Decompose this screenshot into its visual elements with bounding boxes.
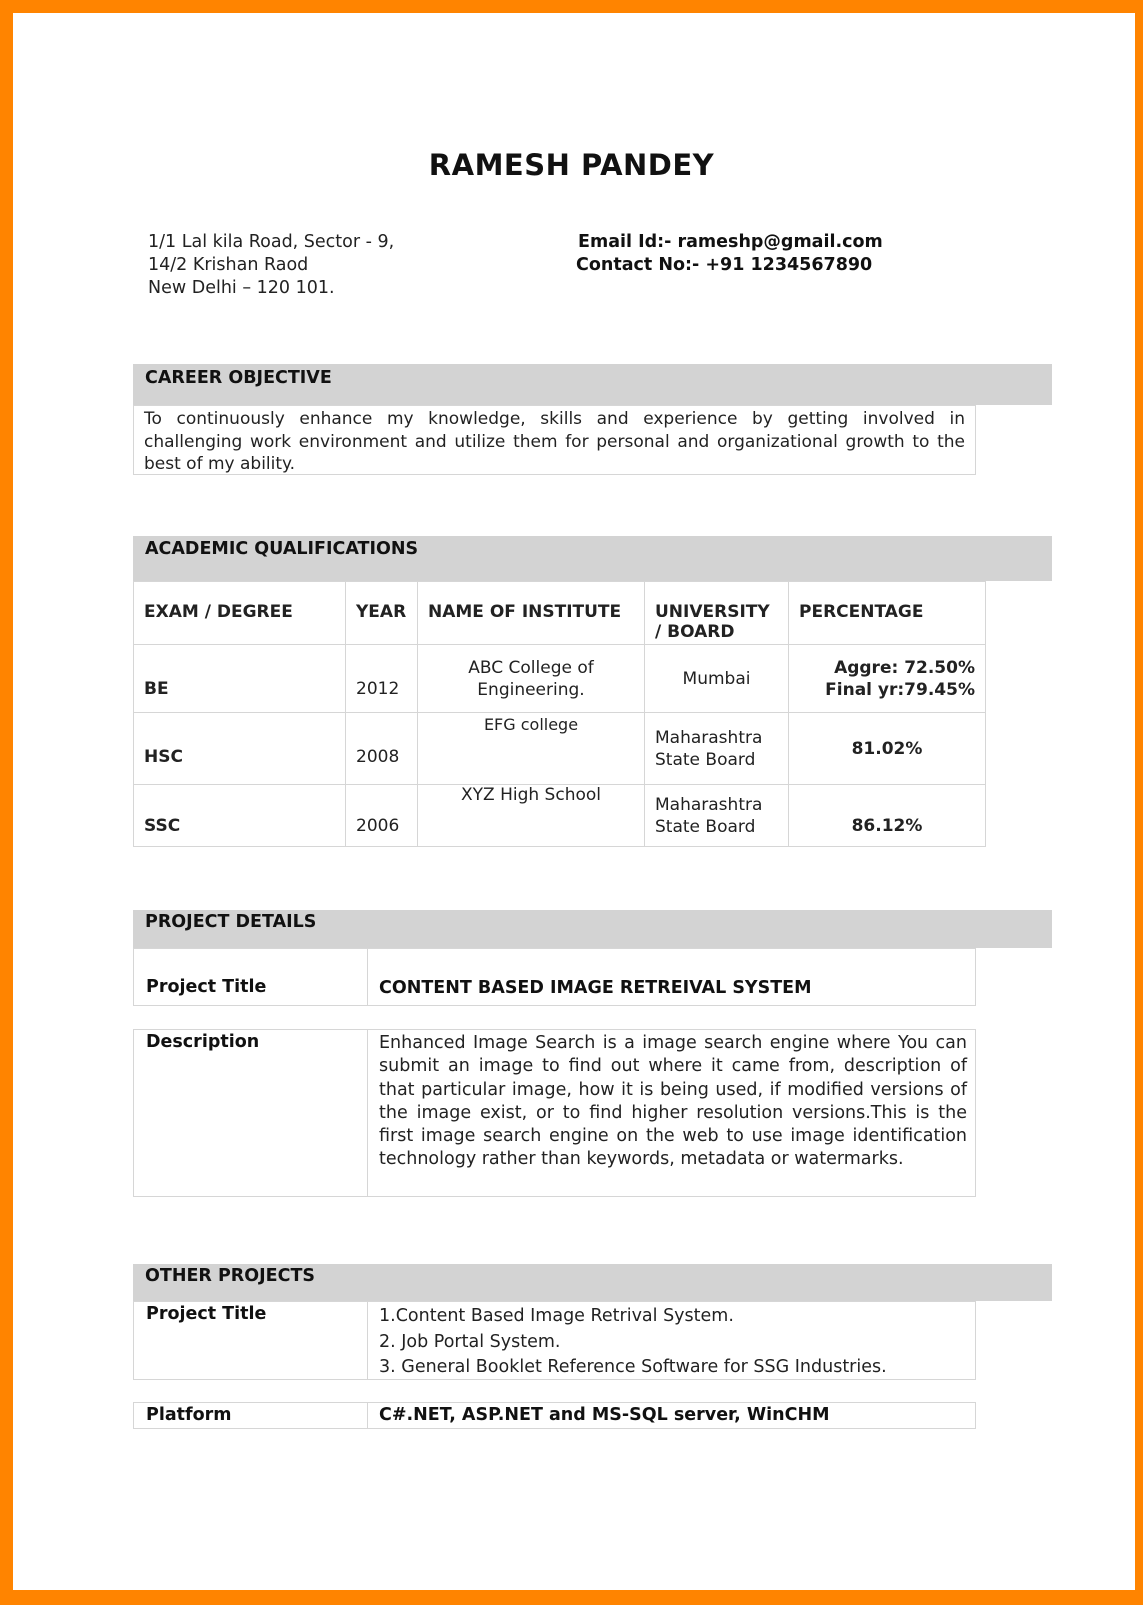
section-header-other-projects: OTHER PROJECTS <box>133 1264 1052 1301</box>
institute-cell: XYZ High School <box>417 784 645 847</box>
cell-divider <box>367 949 368 1005</box>
percentage-cell: 81.02% <box>788 712 986 785</box>
percentage-cell: Aggre: 72.50% Final yr:79.45% <box>788 644 986 713</box>
percentage-cell: 86.12% <box>788 784 986 847</box>
platform-value: C#.NET, ASP.NET and MS-SQL server, WinCH… <box>379 1405 830 1425</box>
description-label: Description <box>146 1032 260 1052</box>
description-text: Enhanced Image Search is a image search … <box>379 1033 967 1170</box>
table-row: SSC 2006 XYZ High School Maharashtra Sta… <box>133 784 986 847</box>
contact-block: Email Id:- rameshp@gmail.com Contact No:… <box>576 231 883 277</box>
cell-divider <box>367 1030 368 1196</box>
list-item: 2. Job Portal System. <box>379 1331 561 1352</box>
career-objective-box: To continuously enhance my knowledge, sk… <box>133 405 976 475</box>
board-cell: Maharashtra State Board <box>644 712 789 785</box>
percentage-aggregate: Aggre: 72.50% <box>834 657 975 678</box>
project-title-label: Project Title <box>146 977 267 997</box>
list-item: 1.Content Based Image Retrival System. <box>379 1306 734 1326</box>
email: Email Id:- rameshp@gmail.com <box>578 232 883 252</box>
address-line-3: New Delhi – 120 101. <box>148 278 335 298</box>
board-cell: Maharashtra State Board <box>644 784 789 847</box>
exam-cell: BE <box>133 644 346 713</box>
section-header-career-objective: CAREER OBJECTIVE <box>133 364 1052 405</box>
other-projects-title-label: Project Title <box>146 1304 267 1324</box>
address-line-1: 1/1 Lal kila Road, Sector - 9, <box>148 232 395 252</box>
exam-cell: HSC <box>133 712 346 785</box>
project-description-row: Description Enhanced Image Search is a i… <box>133 1029 976 1197</box>
column-header: NAME OF INSTITUTE <box>417 581 645 645</box>
board-cell: Mumbai <box>644 644 789 713</box>
institute-cell: EFG college <box>417 712 645 785</box>
column-header: YEAR <box>345 581 418 645</box>
platform-row: Platform C#.NET, ASP.NET and MS-SQL serv… <box>133 1402 976 1429</box>
address-line-2: 14/2 Krishan Raod <box>148 255 309 275</box>
year-cell: 2006 <box>345 784 418 847</box>
section-header-academic: ACADEMIC QUALIFICATIONS <box>133 536 1052 581</box>
list-item: 3. General Booklet Reference Software fo… <box>379 1357 887 1377</box>
section-header-project-details: PROJECT DETAILS <box>133 910 1052 948</box>
platform-label: Platform <box>146 1405 232 1425</box>
column-header: UNIVERSITY / BOARD <box>644 581 789 645</box>
address-block: 1/1 Lal kila Road, Sector - 9, 14/2 Kris… <box>148 231 394 300</box>
phone: Contact No:- +91 1234567890 <box>576 255 873 275</box>
cell-divider <box>367 1302 368 1379</box>
table-row: BE 2012 ABC College of Engineering. Mumb… <box>133 644 986 713</box>
academic-table: EXAM / DEGREE YEAR NAME OF INSTITUTE UNI… <box>133 581 986 847</box>
column-header: EXAM / DEGREE <box>133 581 346 645</box>
table-row: HSC 2008 EFG college Maharashtra State B… <box>133 712 986 785</box>
career-objective-text: To continuously enhance my knowledge, sk… <box>144 409 965 474</box>
institute-cell: ABC College of Engineering. <box>417 644 645 713</box>
year-cell: 2008 <box>345 712 418 785</box>
other-projects-row: Project Title 1.Content Based Image Retr… <box>133 1301 976 1380</box>
column-header: PERCENTAGE <box>788 581 986 645</box>
percentage-final-year: Final yr:79.45% <box>825 679 975 700</box>
exam-cell: SSC <box>133 784 346 847</box>
candidate-name: RAMESH PANDEY <box>428 148 715 182</box>
academic-header-row: EXAM / DEGREE YEAR NAME OF INSTITUTE UNI… <box>133 581 986 645</box>
other-projects-list: 1.Content Based Image Retrival System. 2… <box>379 1304 887 1381</box>
cell-divider <box>367 1403 368 1428</box>
project-title-row: Project Title CONTENT BASED IMAGE RETREI… <box>133 948 976 1006</box>
year-cell: 2012 <box>345 644 418 713</box>
project-title-value: CONTENT BASED IMAGE RETREIVAL SYSTEM <box>379 978 812 998</box>
